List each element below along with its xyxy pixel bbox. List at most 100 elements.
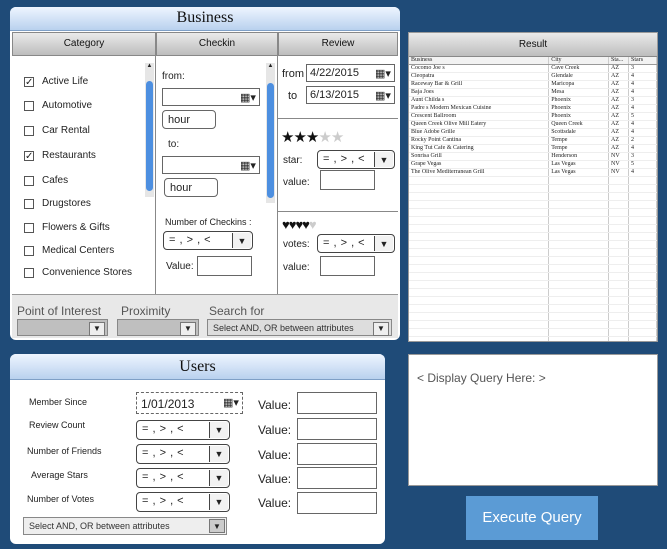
table-row[interactable]: Sonrisa Grill Henderson NV 3 (409, 152, 657, 161)
empty-row (409, 320, 657, 329)
review-to-date[interactable]: 6/13/2015 ▦▾ (306, 86, 395, 104)
avg-stars-operator[interactable]: = , > , < ▼ (136, 468, 230, 488)
num-friends-value-input[interactable] (297, 443, 377, 465)
heart-icon[interactable]: ♥ (302, 217, 310, 232)
star-icon[interactable]: ★ (306, 129, 319, 146)
chevron-down-icon[interactable]: ▼ (209, 519, 225, 533)
poi-label: Point of Interest (17, 304, 102, 318)
result-column-header[interactable]: Sta... (608, 57, 630, 65)
checkbox-medical-centers[interactable] (24, 246, 34, 256)
search-for-select[interactable]: Select AND, OR between attributes ▼ (207, 319, 392, 336)
chevron-down-icon[interactable]: ▼ (89, 322, 105, 336)
calendar-icon[interactable]: ▦▾ (372, 87, 394, 103)
category-scrollbar[interactable]: ▲ (145, 63, 154, 197)
poi-select[interactable]: ▼ (17, 319, 108, 336)
checkbox-automotive[interactable] (24, 101, 34, 111)
checkin-to-date[interactable]: ▦▾ (162, 156, 260, 174)
member-since-label: Member Since (29, 397, 88, 407)
calendar-icon[interactable]: ▦▾ (372, 65, 394, 81)
chevron-down-icon[interactable]: ▼ (209, 470, 228, 486)
star-icon[interactable]: ★ (293, 129, 306, 146)
chevron-down-icon[interactable]: ▼ (232, 233, 251, 248)
table-row[interactable]: Baja Joes Mesa AZ 4 (409, 88, 657, 97)
result-column-header[interactable]: Business (409, 57, 550, 65)
avg-stars-value-input[interactable] (297, 467, 377, 489)
chevron-down-icon[interactable]: ▼ (209, 446, 228, 462)
chevron-down-icon[interactable]: ▼ (373, 322, 389, 336)
votes-operator-select[interactable]: = , > , < ▼ (317, 234, 395, 253)
table-row[interactable]: Cocomo Joe s Cave Creek AZ 3 (409, 64, 657, 73)
table-row[interactable]: King Tut Cafe & Catering Tempe AZ 4 (409, 144, 657, 153)
table-row[interactable]: Grape Vegas Las Vegas NV 5 (409, 160, 657, 169)
chevron-down-icon[interactable]: ▼ (209, 494, 228, 510)
review-count-value-input[interactable] (297, 418, 377, 440)
star-icon[interactable]: ★ (318, 129, 331, 146)
checkbox-restaurants[interactable]: ✓ (24, 151, 34, 162)
calendar-icon[interactable]: ▦▾ (237, 89, 259, 105)
checkbox-convenience-stores[interactable] (24, 268, 34, 278)
num-votes-operator[interactable]: = , > , < ▼ (136, 492, 230, 512)
table-row[interactable]: Crescent Ballroom Phoenix AZ 5 (409, 112, 657, 121)
checkbox-car-rental[interactable] (24, 126, 34, 136)
heart-icon[interactable]: ♥ (309, 217, 317, 232)
calendar-icon[interactable]: ▦▾ (220, 393, 242, 413)
chevron-down-icon[interactable]: ▼ (374, 152, 393, 167)
result-table[interactable]: Business City Sta... Stars Cocomo Joe s Cave… (409, 57, 657, 341)
star-icon[interactable]: ★ (281, 129, 294, 146)
execute-query-button[interactable]: Execute Query (466, 496, 598, 540)
num-votes-value-input[interactable] (297, 492, 377, 514)
result-column-header[interactable]: Stars (628, 57, 657, 65)
heart-icon[interactable]: ♥ (282, 217, 290, 232)
checkbox-cafes[interactable] (24, 176, 34, 186)
users-attr-select[interactable]: Select AND, OR between attributes ▼ (23, 517, 227, 535)
checkin-hour-1[interactable]: hour (162, 110, 216, 129)
calendar-icon[interactable]: ▦▾ (237, 157, 259, 173)
member-since-date[interactable]: 1/01/2013 ▦▾ (136, 392, 243, 414)
star-operator-select[interactable]: = , > , < ▼ (317, 150, 395, 169)
table-row[interactable]: Padre s Modern Mexican Cuisine Phoenix AZ 4 (409, 104, 657, 113)
star-icon[interactable]: ★ (331, 129, 344, 146)
review-from-date[interactable]: 4/22/2015 ▦▾ (306, 64, 395, 82)
chevron-down-icon[interactable]: ▼ (209, 422, 228, 438)
review-count-operator[interactable]: = , > , < ▼ (136, 420, 230, 440)
checkin-hour-2[interactable]: hour (164, 178, 218, 197)
table-row[interactable]: The Olive Mediterranean Grill Las Vegas NV… (409, 168, 657, 177)
checkin-from-date[interactable]: ▦▾ (162, 88, 260, 106)
chevron-down-icon[interactable]: ▼ (374, 236, 393, 251)
checkbox-flowers-gifts[interactable] (24, 223, 34, 233)
proximity-select[interactable]: ▼ (117, 319, 199, 336)
member-since-value-input[interactable] (297, 392, 377, 414)
scroll-thumb[interactable] (267, 83, 274, 198)
num-checkins-label: Number of Checkins : (165, 217, 252, 227)
star-value-input[interactable] (320, 170, 375, 190)
query-display[interactable]: < Display Query Here: > (408, 354, 658, 486)
scroll-up-icon[interactable]: ▲ (266, 63, 275, 69)
table-row[interactable]: Rocky Point Cantina Tempe AZ 2 (409, 136, 657, 145)
operator-text: = , > , < (169, 234, 212, 246)
checkins-operator-select[interactable]: = , > , < ▼ (163, 231, 253, 250)
scroll-up-icon[interactable]: ▲ (145, 63, 154, 69)
result-column-header[interactable]: City (548, 57, 610, 65)
empty-row (409, 208, 657, 217)
table-row[interactable]: Blue Adobe Grille Scottsdale AZ 4 (409, 128, 657, 137)
heart-rating[interactable]: ♥♥♥♥♥ (282, 217, 317, 232)
table-cell: Scottsdale (548, 128, 610, 137)
empty-row (409, 336, 657, 341)
table-row[interactable]: Cleopatra Glendale AZ 4 (409, 72, 657, 81)
table-row[interactable]: Raceway Bar & Grill Maricopa AZ 4 (409, 80, 657, 89)
star-rating[interactable]: ★★★★★ (281, 128, 344, 146)
checkin-value-input[interactable] (197, 256, 252, 276)
table-cell: NV (608, 152, 630, 161)
scroll-thumb[interactable] (146, 81, 153, 191)
chevron-down-icon[interactable]: ▼ (180, 322, 196, 336)
checkbox-active-life[interactable]: ✓ (24, 77, 34, 88)
star-value-label: value: (283, 177, 310, 188)
num-friends-operator[interactable]: = , > , < ▼ (136, 444, 230, 464)
votes-value-input[interactable] (320, 256, 375, 276)
checkbox-drugstores[interactable] (24, 199, 34, 209)
table-row[interactable]: Queen Creek Olive Mill Eatery Queen Creek… (409, 120, 657, 129)
checkin-scrollbar[interactable]: ▲ (266, 63, 275, 203)
table-row[interactable]: Aunt Childa s Phoenix AZ 3 (409, 96, 657, 105)
table-cell: Crescent Ballroom (409, 112, 550, 121)
table-cell: AZ (608, 144, 630, 153)
